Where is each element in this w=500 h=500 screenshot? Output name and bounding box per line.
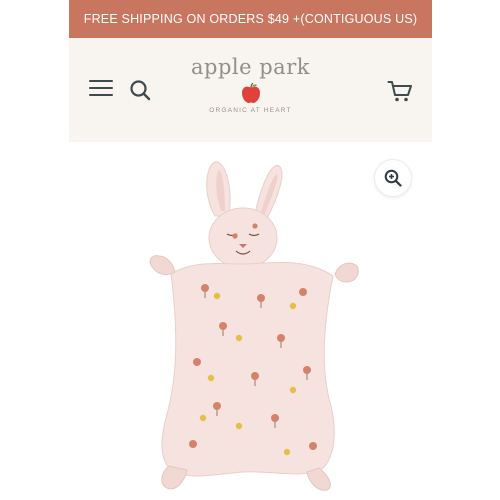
- zoom-in-icon: [384, 169, 402, 187]
- promo-text: FREE SHIPPING ON ORDERS $49 +(CONTIGUOUS…: [83, 12, 418, 26]
- bunny-lovey-image: [149, 161, 359, 491]
- logo-text: apple park: [191, 55, 310, 79]
- brand-logo[interactable]: apple park ORGANIC AT HEART: [69, 54, 432, 114]
- cart-button[interactable]: [387, 79, 413, 103]
- logo-tagline: ORGANIC AT HEART: [209, 107, 292, 114]
- product-image-area[interactable]: [69, 142, 432, 500]
- site-header: apple park ORGANIC AT HEART: [69, 38, 432, 142]
- zoom-button[interactable]: [374, 159, 412, 197]
- app-frame: FREE SHIPPING ON ORDERS $49 +(CONTIGUOUS…: [69, 0, 432, 500]
- cart-icon: [387, 81, 412, 102]
- promo-bar[interactable]: FREE SHIPPING ON ORDERS $49 +(CONTIGUOUS…: [69, 0, 432, 38]
- apple-logo-icon: [241, 82, 260, 103]
